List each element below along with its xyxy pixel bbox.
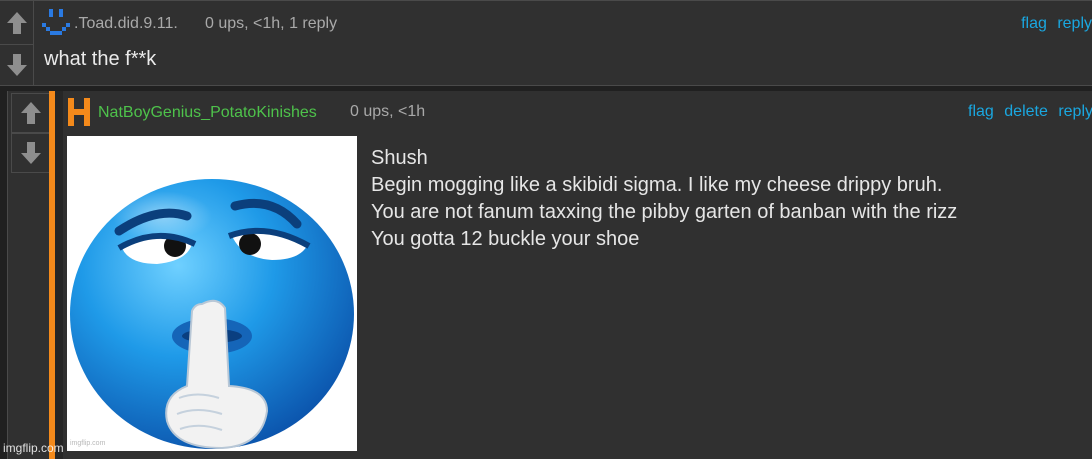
comment-actions: flag delete reply: [962, 103, 1092, 121]
downvote-button[interactable]: [11, 133, 51, 173]
reply-link[interactable]: reply: [1058, 103, 1092, 120]
comment-image[interactable]: imgflip.com: [67, 136, 357, 451]
reply-link[interactable]: reply: [1057, 15, 1092, 32]
flag-link[interactable]: flag: [968, 103, 994, 120]
comment-text: what the f**k: [44, 48, 157, 70]
reply-gutter: [55, 91, 63, 459]
comment-reply: NatBoyGenius_PotatoKinishes 0 ups, <1h f…: [7, 91, 1092, 459]
comment-text: Shush Begin mogging like a skibidi sigma…: [371, 147, 958, 250]
username-link[interactable]: NatBoyGenius_PotatoKinishes: [98, 104, 317, 122]
vote-column: [0, 1, 34, 85]
username-link[interactable]: .Toad.did.9.11.: [74, 15, 178, 33]
delete-link[interactable]: delete: [1004, 103, 1048, 120]
avatar[interactable]: [40, 7, 72, 39]
vote-column: [8, 91, 51, 181]
comment-toad: .Toad.did.9.11. 0 ups, <1h, 1 reply flag…: [0, 0, 1092, 86]
arrow-down-icon: [6, 54, 27, 76]
arrow-up-icon: [6, 12, 27, 34]
avatar[interactable]: [67, 97, 91, 127]
blue-shush-emoji-image: [70, 179, 354, 450]
imgflip-watermark: imgflip.com: [3, 441, 64, 455]
comment-actions: flag reply: [1015, 15, 1092, 33]
downvote-button[interactable]: [0, 44, 33, 85]
comment-stats: 0 ups, <1h: [350, 103, 426, 120]
arrow-up-icon: [21, 102, 41, 124]
upvote-button[interactable]: [11, 93, 51, 133]
arrow-down-icon: [21, 142, 41, 164]
comment-meta: .Toad.did.9.11. 0 ups, <1h, 1 reply flag…: [40, 5, 1092, 39]
flag-link[interactable]: flag: [1021, 15, 1047, 32]
image-watermark: imgflip.com: [70, 440, 106, 447]
comment-stats: 0 ups, <1h, 1 reply: [205, 15, 338, 32]
upvote-button[interactable]: [0, 3, 33, 43]
